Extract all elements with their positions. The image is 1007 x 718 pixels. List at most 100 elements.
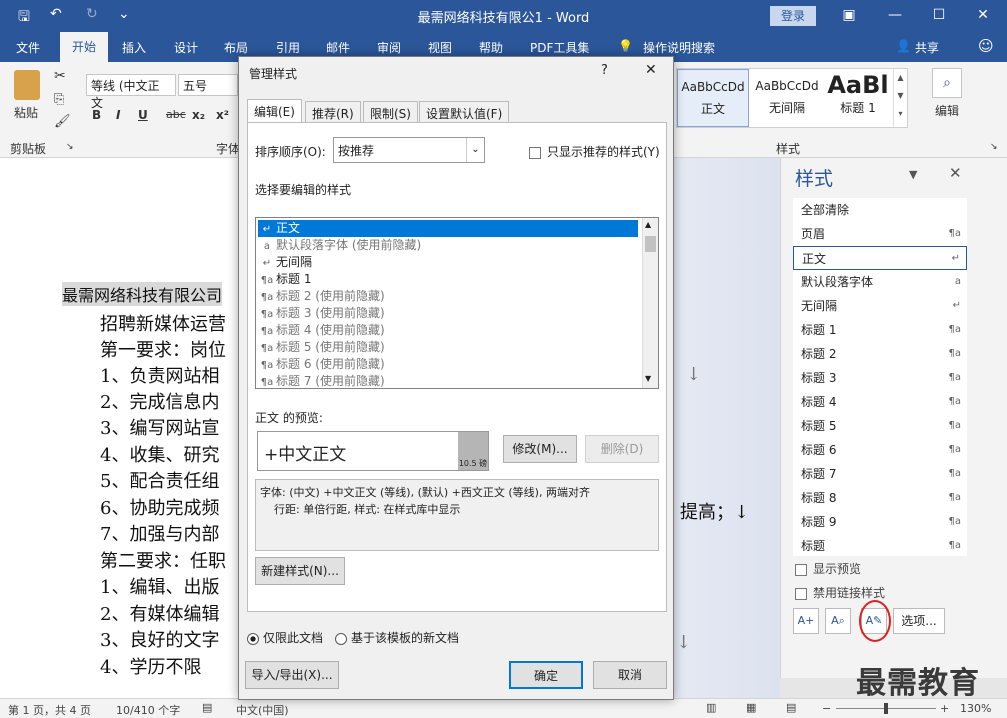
scroll-thumb[interactable] bbox=[645, 236, 656, 252]
delete-button[interactable]: 删除(D) bbox=[585, 435, 659, 463]
tab-references[interactable]: 引用 bbox=[276, 39, 300, 56]
chevron-down-icon[interactable]: ⌄ bbox=[466, 138, 484, 162]
word-count[interactable]: 10/410 个字 bbox=[116, 702, 180, 718]
style-list-item[interactable]: ↵ 正文 bbox=[258, 220, 638, 237]
tell-me-search[interactable]: 操作说明搜索 bbox=[643, 39, 715, 56]
zoom-slider-thumb[interactable] bbox=[884, 703, 888, 714]
only-recommended-checkbox[interactable]: 只显示推荐的样式(Y) bbox=[529, 143, 660, 160]
dialog-close-icon[interactable]: ✕ bbox=[645, 62, 657, 78]
tab-mailings[interactable]: 邮件 bbox=[326, 39, 350, 56]
tab-home[interactable]: 开始 bbox=[60, 32, 108, 62]
radio-icon[interactable] bbox=[335, 632, 347, 645]
pane-style-item[interactable]: 正文 ↵ bbox=[793, 246, 967, 270]
checkbox-icon[interactable] bbox=[795, 563, 807, 576]
gallery-style-normal[interactable]: AaBbCcDd 正文 bbox=[677, 69, 749, 127]
zoom-in-icon[interactable]: + bbox=[940, 702, 949, 715]
style-list-item[interactable]: ¶a 标题 4 (使用前隐藏) bbox=[258, 322, 638, 339]
pane-style-item[interactable]: 标题 4 ¶a bbox=[793, 390, 967, 414]
tab-file[interactable]: 文件 bbox=[16, 39, 40, 56]
scroll-up-icon[interactable]: ▲ bbox=[645, 220, 651, 229]
dialog-launcher-icon[interactable]: ↘ bbox=[66, 142, 74, 152]
page-count[interactable]: 第 1 页，共 4 页 bbox=[8, 702, 91, 718]
gallery-style-heading1[interactable]: AaBl 标题 1 bbox=[825, 69, 891, 127]
tab-pdf-tools[interactable]: PDF工具集 bbox=[530, 39, 589, 56]
pane-style-item[interactable]: 页眉 ¶a bbox=[793, 222, 967, 246]
tab-edit[interactable]: 编辑(E) bbox=[247, 99, 302, 123]
style-inspector-icon[interactable]: A⌕ bbox=[825, 608, 851, 634]
zoom-level[interactable]: 130% bbox=[960, 702, 991, 715]
style-list-item[interactable]: ¶a 标题 2 (使用前隐藏) bbox=[258, 288, 638, 305]
radio-template[interactable]: 基于该模板的新文档 bbox=[335, 629, 459, 646]
pane-style-item[interactable]: 标题 2 ¶a bbox=[793, 342, 967, 366]
scroll-down-icon[interactable]: ▼ bbox=[645, 374, 651, 383]
style-list-item[interactable]: a 默认段落字体 (使用前隐藏) bbox=[258, 237, 638, 254]
cancel-button[interactable]: 取消 bbox=[593, 661, 667, 689]
ok-button[interactable]: 确定 bbox=[509, 661, 583, 689]
sort-order-select[interactable]: 按推荐 ⌄ bbox=[333, 137, 485, 163]
bold-icon[interactable]: B bbox=[92, 108, 101, 122]
font-name-combo[interactable]: 等线 (中文正文 bbox=[86, 74, 176, 110]
disable-linked-checkbox[interactable]: 禁用链接样式 bbox=[795, 584, 885, 601]
tab-restrict[interactable]: 限制(S) bbox=[363, 101, 418, 123]
pane-menu-icon[interactable]: ▼ bbox=[909, 168, 917, 181]
help-icon[interactable]: ? bbox=[601, 63, 608, 78]
editing-button[interactable]: 编辑 bbox=[935, 102, 959, 119]
pane-style-item[interactable]: 标题 7 ¶a bbox=[793, 462, 967, 486]
web-layout-icon[interactable]: ▤ bbox=[786, 701, 796, 714]
login-button[interactable]: 登录 bbox=[770, 6, 816, 26]
pane-style-item[interactable]: 标题 5 ¶a bbox=[793, 414, 967, 438]
pane-style-item[interactable]: 标题 1 ¶a bbox=[793, 318, 967, 342]
close-icon[interactable]: ✕ bbox=[968, 4, 998, 26]
checkbox-icon[interactable] bbox=[795, 587, 807, 600]
italic-icon[interactable]: I bbox=[116, 108, 120, 122]
options-button[interactable]: 选项... bbox=[893, 608, 945, 634]
subscript-icon[interactable]: x₂ bbox=[192, 108, 205, 122]
pane-style-item[interactable]: 全部清除 bbox=[793, 198, 967, 222]
ribbon-display-icon[interactable]: ▣ bbox=[834, 4, 864, 26]
proofing-icon[interactable]: ▤ bbox=[202, 701, 212, 714]
pane-close-icon[interactable]: ✕ bbox=[949, 164, 962, 182]
share-button[interactable]: 共享 bbox=[915, 39, 939, 56]
tab-design[interactable]: 设计 bbox=[174, 39, 198, 56]
maximize-icon[interactable]: ☐ bbox=[924, 4, 954, 26]
pane-style-item[interactable]: 默认段落字体 a bbox=[793, 270, 967, 294]
style-list-item[interactable]: ¶a 标题 1 bbox=[258, 271, 638, 288]
style-list-item[interactable]: ¶a 标题 6 (使用前隐藏) bbox=[258, 356, 638, 373]
tab-review[interactable]: 审阅 bbox=[377, 39, 401, 56]
language[interactable]: 中文(中国) bbox=[236, 702, 289, 718]
pane-style-list[interactable]: 全部清除 页眉 ¶a 正文 ↵ 默认段落字体 a 无间隔 ↵ 标题 1 ¶a 标题 2 ¶a… bbox=[793, 198, 967, 556]
style-list-item[interactable]: ¶a 标题 5 (使用前隐藏) bbox=[258, 339, 638, 356]
show-preview-checkbox[interactable]: 显示预览 bbox=[795, 560, 861, 577]
pane-style-item[interactable]: 标题 9 ¶a bbox=[793, 510, 967, 534]
tab-set-defaults[interactable]: 设置默认值(F) bbox=[419, 101, 510, 123]
pane-style-item[interactable]: 标题 6 ¶a bbox=[793, 438, 967, 462]
gallery-style-no-spacing[interactable]: AaBbCcDd 无间隔 bbox=[751, 69, 823, 127]
gallery-scroll-icon[interactable]: ▲ ▼ ▾ bbox=[893, 69, 907, 127]
scrollbar[interactable]: ▲ ▼ bbox=[642, 218, 658, 388]
tab-view[interactable]: 视图 bbox=[428, 39, 452, 56]
pane-style-item[interactable]: 无间隔 ↵ bbox=[793, 294, 967, 318]
style-list-item[interactable]: ¶a 标题 3 (使用前隐藏) bbox=[258, 305, 638, 322]
copy-icon[interactable]: ⎘ bbox=[54, 92, 64, 107]
minimize-icon[interactable]: — bbox=[880, 4, 910, 26]
tab-recommend[interactable]: 推荐(R) bbox=[305, 101, 361, 123]
new-style-icon[interactable]: A+ bbox=[793, 608, 819, 634]
tab-insert[interactable]: 插入 bbox=[122, 39, 146, 56]
pane-style-item[interactable]: 标题 3 ¶a bbox=[793, 366, 967, 390]
checkbox-icon[interactable] bbox=[529, 146, 541, 159]
font-size-combo[interactable]: 五号 bbox=[178, 74, 238, 96]
paste-icon[interactable] bbox=[14, 70, 40, 100]
radio-this-document[interactable]: 仅限此文档 bbox=[247, 629, 323, 646]
print-layout-icon[interactable]: ▦ bbox=[746, 701, 756, 714]
tab-layout[interactable]: 布局 bbox=[224, 39, 248, 56]
format-painter-icon[interactable]: 🖌 bbox=[54, 114, 71, 129]
pane-style-item[interactable]: 标题 ¶a bbox=[793, 534, 967, 558]
new-style-button[interactable]: 新建样式(N)... bbox=[255, 557, 345, 585]
style-list-item[interactable]: ↵ 无间隔 bbox=[258, 254, 638, 271]
superscript-icon[interactable]: x² bbox=[216, 108, 229, 122]
smiley-icon[interactable]: ☺ bbox=[978, 37, 994, 55]
import-export-button[interactable]: 导入/导出(X)... bbox=[245, 661, 339, 689]
strikethrough-icon[interactable]: abc bbox=[166, 108, 186, 121]
pane-style-item[interactable]: 标题 8 ¶a bbox=[793, 486, 967, 510]
styles-launcher-icon[interactable]: ↘ bbox=[990, 142, 998, 152]
